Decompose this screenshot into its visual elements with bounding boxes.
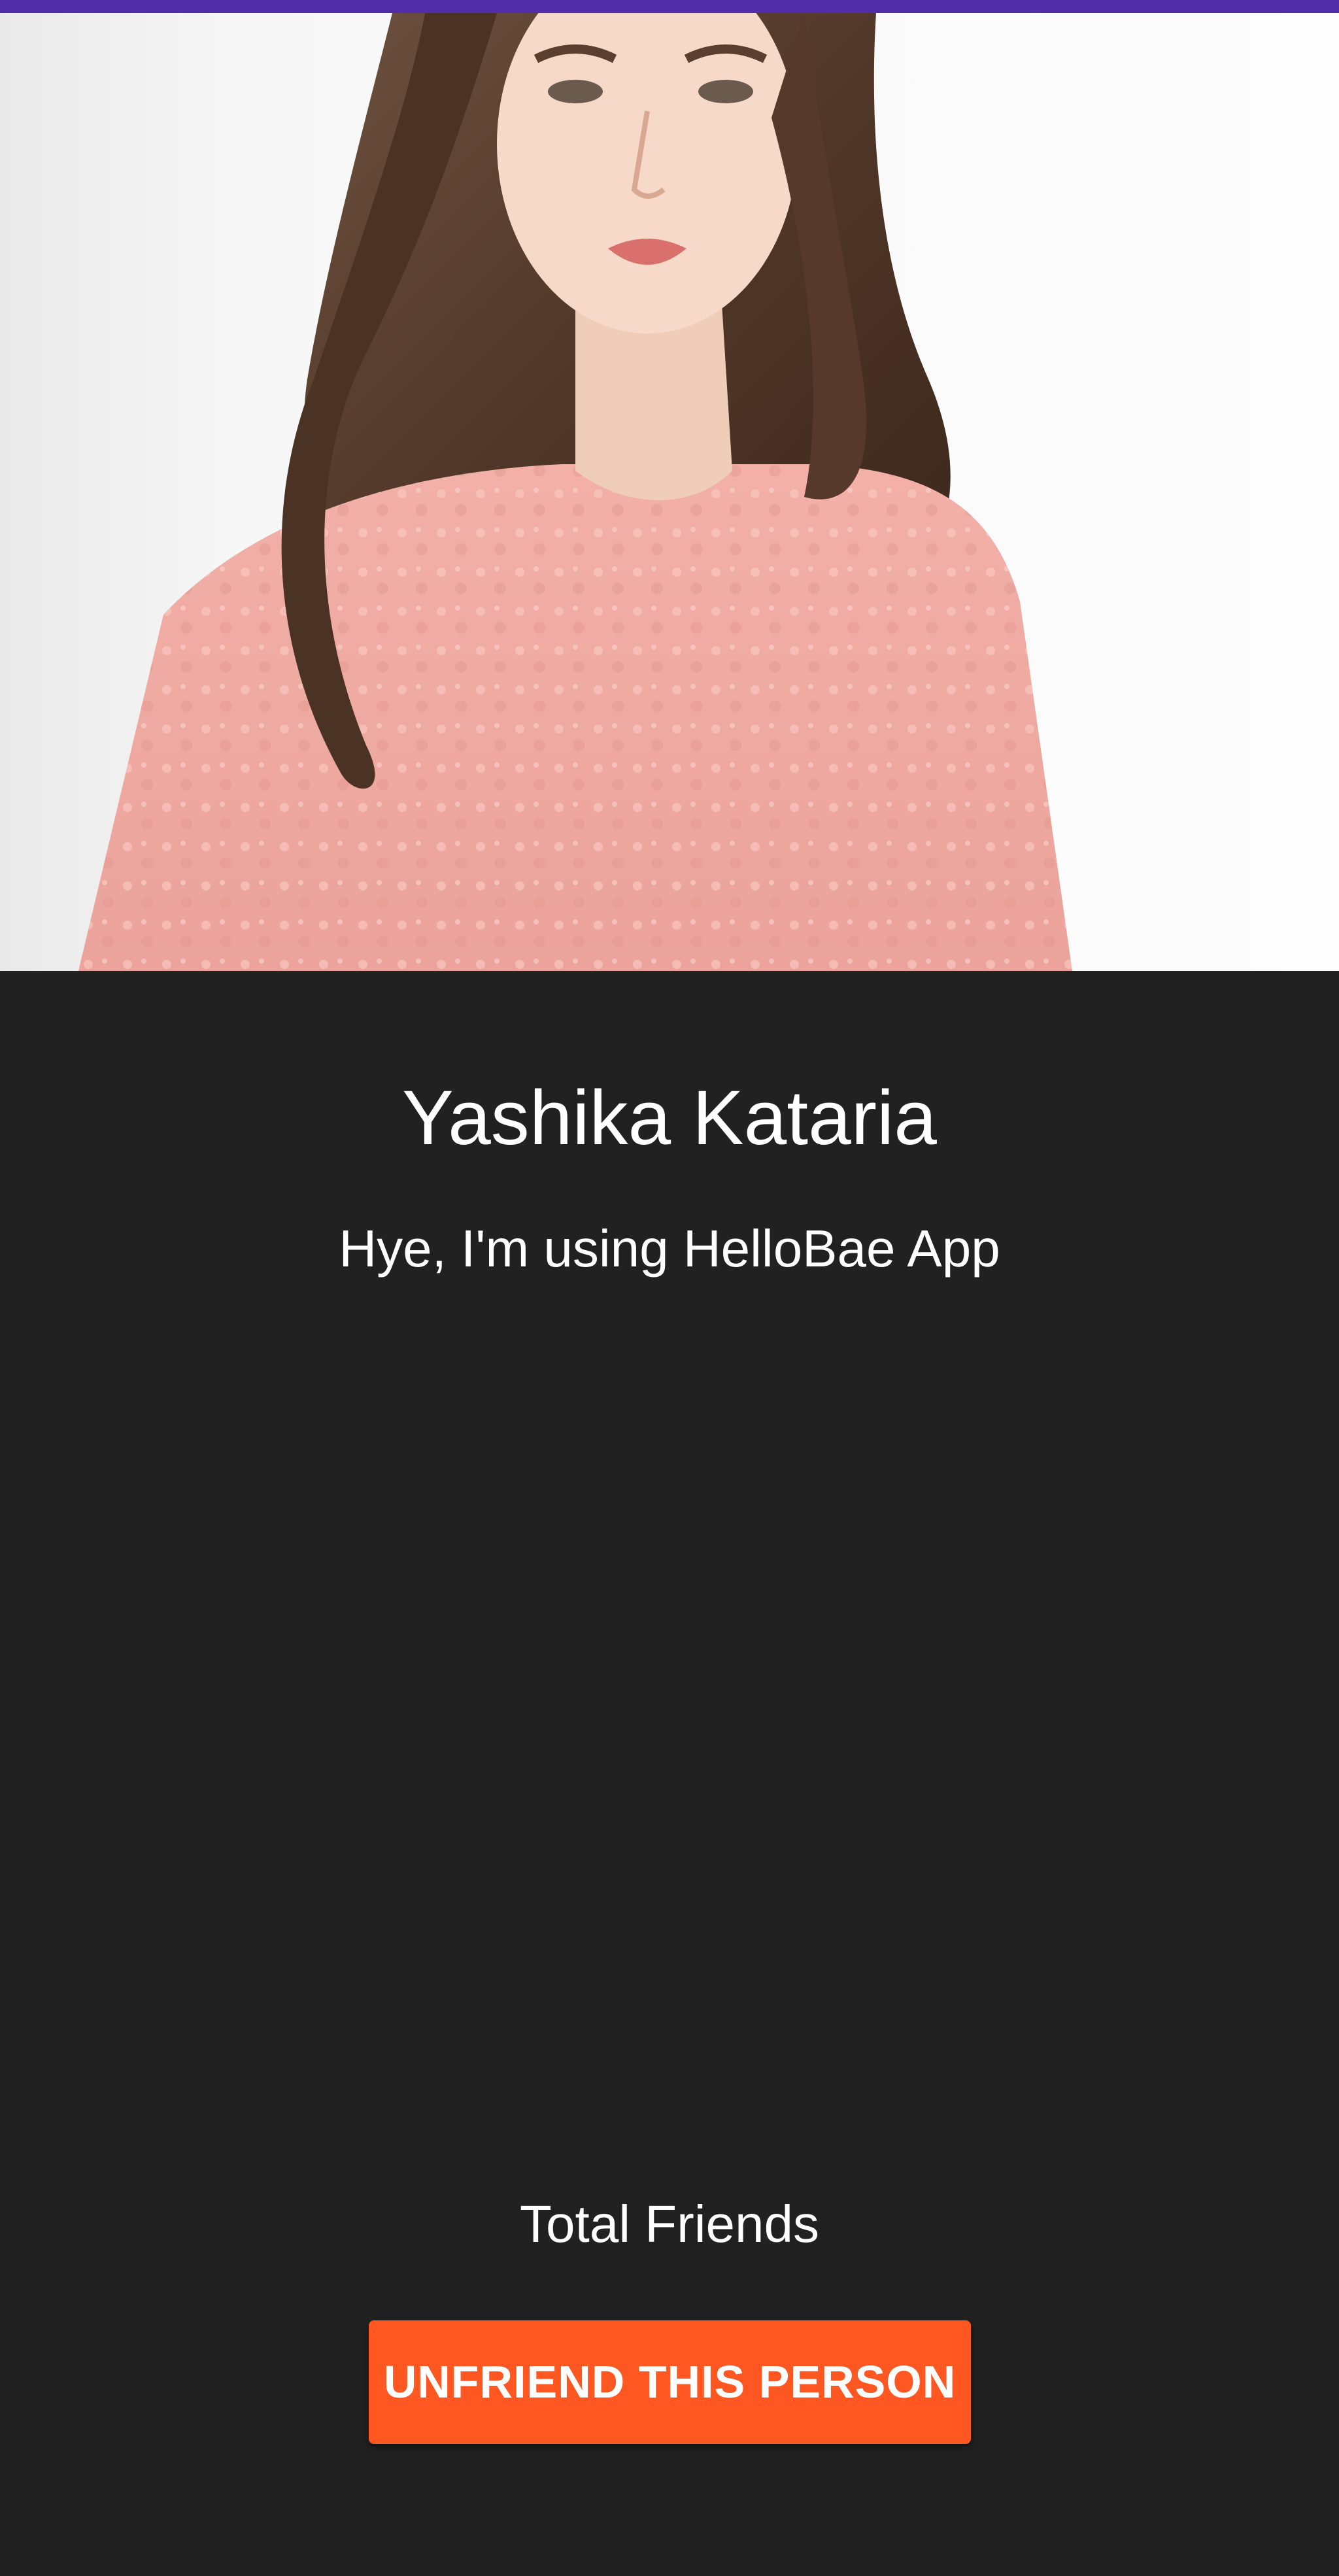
profile-name: Yashika Kataria [402, 1075, 937, 1161]
profile-photo [0, 13, 1339, 971]
total-friends-label: Total Friends [520, 2195, 819, 2253]
unfriend-button[interactable]: UNFRIEND THIS PERSON [369, 2320, 971, 2444]
profile-status-text: Hye, I'm using HelloBae App [339, 1219, 1000, 1278]
status-bar [0, 0, 1339, 13]
profile-screen: Yashika Kataria Hye, I'm using HelloBae … [0, 0, 1339, 2576]
